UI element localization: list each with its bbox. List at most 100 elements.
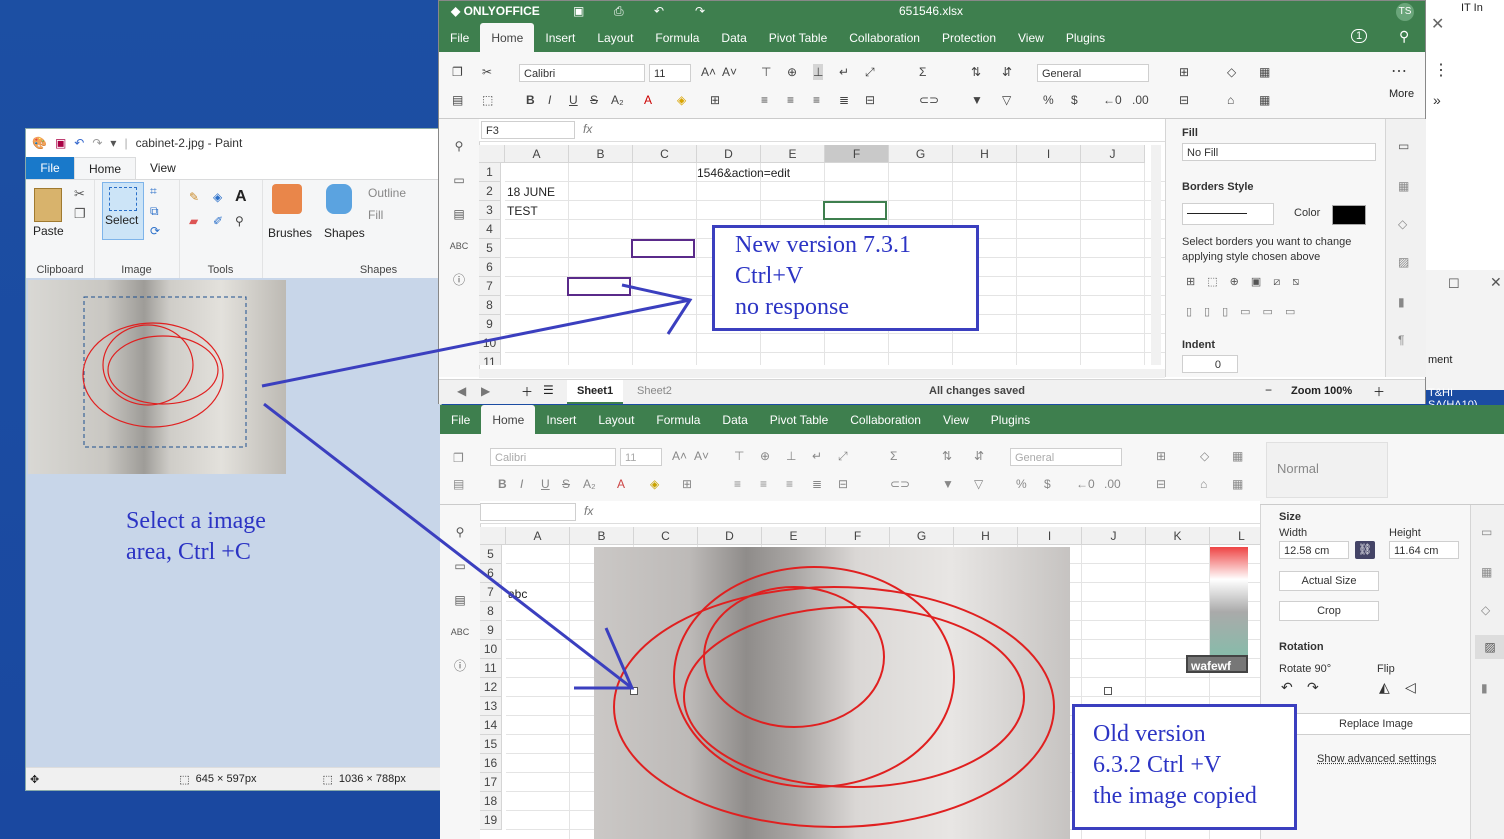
delete-cells-icon[interactable]: ⊟	[1156, 476, 1166, 492]
tab-collaboration[interactable]: Collaboration	[839, 405, 932, 434]
tab-home[interactable]: Home	[480, 23, 535, 52]
paste-button[interactable]: Paste	[33, 224, 64, 238]
column-header[interactable]: H	[954, 527, 1018, 545]
row-header[interactable]: 11	[479, 353, 501, 365]
copy-style-icon[interactable]: ⌂	[1200, 476, 1207, 492]
info-icon[interactable]: ⓘ	[440, 657, 480, 674]
sheet-tab-2[interactable]: Sheet2	[637, 385, 672, 397]
clear-icon[interactable]: ◇	[1227, 64, 1236, 80]
user-avatar[interactable]: TS	[1396, 3, 1414, 21]
border-style-select[interactable]	[1182, 203, 1274, 225]
brushes-button[interactable]: Brushes	[268, 226, 312, 240]
orientation-icon[interactable]: ⤢	[865, 64, 875, 80]
tab-plugins[interactable]: Plugins	[980, 405, 1041, 434]
column-header[interactable]: G	[889, 145, 953, 163]
chart-settings-icon[interactable]: ▮	[1481, 681, 1488, 695]
row-header[interactable]: 10	[479, 334, 501, 353]
more-icon[interactable]: ⋯	[1391, 64, 1407, 80]
spellcheck-icon[interactable]: ABC	[440, 627, 480, 637]
column-header[interactable]: D	[697, 145, 761, 163]
cell-d1[interactable]: 1546&action=edit	[697, 166, 790, 180]
maximize-icon[interactable]: ☐	[1448, 276, 1460, 292]
row-header[interactable]: 1	[479, 163, 501, 182]
align-left-icon[interactable]: ≡	[761, 92, 768, 108]
tab-view[interactable]: View	[932, 405, 980, 434]
tab-collaboration[interactable]: Collaboration	[838, 23, 931, 52]
zoom-in-icon[interactable]: ＋	[1373, 383, 1385, 400]
column-header[interactable]: J	[1082, 527, 1146, 545]
copy-icon[interactable]: ❐	[452, 64, 463, 80]
shape-settings-icon[interactable]: ◇	[1481, 603, 1490, 617]
merge-icon[interactable]: ⊟	[838, 476, 848, 492]
row-header[interactable]: 4	[479, 220, 501, 239]
row-header[interactable]: 6	[479, 258, 501, 277]
prev-sheet-icon[interactable]: ◀	[457, 384, 466, 398]
selected-cell-f3[interactable]	[823, 201, 887, 220]
conditional-format-icon[interactable]: ▦	[1232, 448, 1243, 464]
column-header[interactable]: F	[826, 527, 890, 545]
align-right-icon[interactable]: ≡	[786, 476, 793, 492]
tab-view[interactable]: View	[1007, 23, 1055, 52]
pasted-image[interactable]	[594, 547, 1070, 839]
brush-icon[interactable]	[272, 184, 302, 214]
align-bottom-icon[interactable]: ⊥	[786, 448, 796, 464]
tab-home[interactable]: Home	[481, 405, 536, 434]
advanced-settings-link[interactable]: Show advanced settings	[1317, 753, 1436, 765]
format-as-table-icon[interactable]: ▦	[1259, 92, 1270, 108]
fill-color-icon[interactable]: ◈	[650, 476, 659, 492]
fill-button[interactable]: Fill	[368, 208, 383, 222]
filter-icon[interactable]: ▼	[971, 92, 983, 108]
insert-cells-icon[interactable]: ⊞	[1156, 448, 1166, 464]
sum-icon[interactable]: Σ	[890, 448, 897, 464]
strikethrough-icon[interactable]: S	[590, 92, 598, 108]
redo-icon[interactable]: ↷	[92, 136, 102, 150]
row-header[interactable]: 10	[480, 640, 502, 659]
sort-asc-icon[interactable]: ⇅	[942, 448, 952, 464]
sort-desc-icon[interactable]: ⇵	[974, 448, 984, 464]
link-ratio-icon[interactable]: ⛓	[1355, 541, 1375, 559]
select-button[interactable]: Select	[102, 182, 144, 240]
resize-icon[interactable]: ⧉	[150, 204, 159, 219]
italic-icon[interactable]: I	[548, 92, 551, 108]
row-header[interactable]: 15	[480, 735, 502, 754]
font-color-icon[interactable]: A	[617, 476, 625, 492]
redo-icon[interactable]: ↷	[695, 4, 705, 18]
height-input[interactable]: 11.64 cm	[1389, 541, 1459, 559]
save-icon[interactable]: ▣	[573, 4, 584, 18]
subscript-icon[interactable]: A₂	[583, 476, 596, 492]
merge-icon[interactable]: ⊟	[865, 92, 875, 108]
more-vertical-icon[interactable]: ⋮	[1433, 60, 1449, 80]
justify-icon[interactable]: ≣	[812, 476, 822, 492]
zoom-out-icon[interactable]: −	[1265, 383, 1272, 397]
row-header[interactable]: 9	[480, 621, 502, 640]
crop-icon[interactable]: ⌗	[150, 184, 157, 199]
wrap-text-icon[interactable]: ↵	[812, 448, 822, 464]
indent-input[interactable]: 0	[1182, 355, 1238, 373]
actual-size-button[interactable]: Actual Size	[1279, 571, 1379, 591]
print-icon[interactable]: ⎙	[614, 4, 624, 19]
paste-icon[interactable]	[34, 188, 62, 222]
tab-pivot-table[interactable]: Pivot Table	[759, 405, 839, 434]
row-header[interactable]: 5	[480, 545, 502, 564]
flip-horizontal-icon[interactable]: ◭	[1379, 679, 1390, 696]
row-header[interactable]: 11	[480, 659, 502, 678]
fx-icon[interactable]: fx	[583, 122, 592, 136]
select-all-icon[interactable]: ⬚	[482, 92, 493, 108]
add-sheet-icon[interactable]: ＋	[521, 383, 533, 400]
tab-formula[interactable]: Formula	[645, 405, 711, 434]
vertical-scrollbar[interactable]	[1151, 145, 1161, 365]
chat-icon[interactable]: ▤	[440, 593, 480, 607]
named-ranges-icon[interactable]: ⊂⊃	[890, 476, 910, 492]
column-header[interactable]: K	[1146, 527, 1210, 545]
comments-icon[interactable]: ▭	[440, 559, 480, 573]
chart-settings-icon[interactable]: ▮	[1398, 295, 1405, 309]
horizontal-scrollbar[interactable]	[479, 369, 1165, 378]
increase-font-icon[interactable]: A˄	[701, 64, 716, 80]
bold-icon[interactable]: B	[526, 92, 535, 108]
decrease-decimal-icon[interactable]: ←0	[1076, 476, 1095, 492]
outline-button[interactable]: Outline	[368, 186, 406, 200]
crop-button[interactable]: Crop	[1279, 601, 1379, 621]
file-menu[interactable]: File	[26, 157, 74, 179]
rotate-cw-icon[interactable]: ↷	[1307, 679, 1319, 696]
column-header[interactable]: G	[890, 527, 954, 545]
